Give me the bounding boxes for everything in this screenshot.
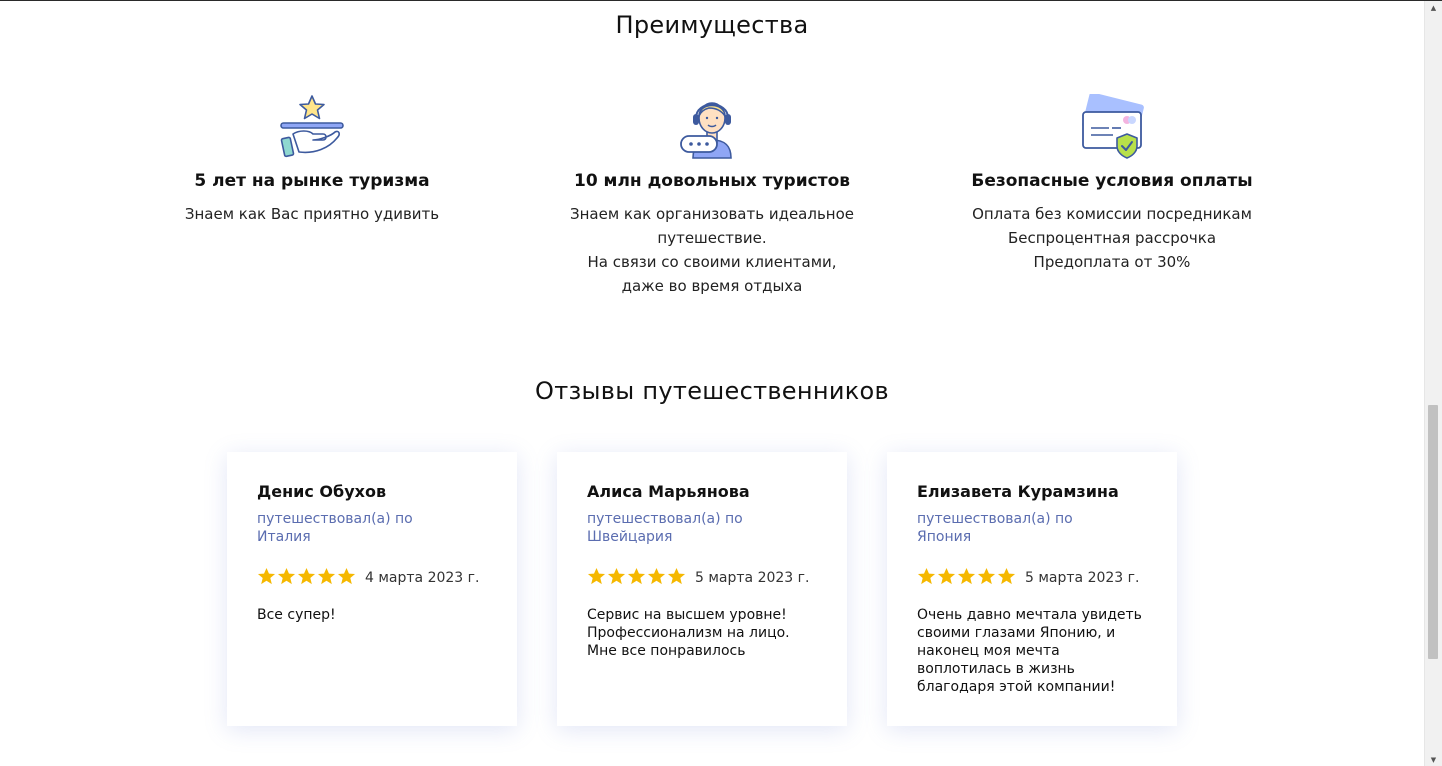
advantage-item: 10 млн довольных туристов Знаем как орга… — [512, 94, 912, 298]
reviewer-name: Елизавета Курамзина — [917, 482, 1119, 501]
star-rating — [257, 567, 357, 586]
review-text-line: Мне все понравилось — [587, 643, 746, 659]
service-star-icon — [280, 95, 344, 158]
advantage-description: Знаем как организовать идеальное путешес… — [512, 202, 912, 298]
review-text-line: благодаря этой компании! — [917, 679, 1116, 695]
advantage-item: Безопасные условия оплаты Оплата без ком… — [912, 94, 1312, 274]
review-trip: путешествовал(а) по Италия — [257, 510, 427, 546]
review-card: Елизавета Курамзина путешествовал(а) по … — [887, 452, 1177, 726]
star-icon — [607, 567, 626, 584]
star-icon — [647, 567, 666, 584]
advantage-line: Знаем как организовать идеальное — [569, 205, 855, 223]
review-date: 5 марта 2023 г. — [695, 570, 810, 586]
review-trip-line: путешествовал(а) по — [587, 511, 743, 527]
advantage-line: даже во время отдыха — [621, 277, 803, 295]
review-trip-line: путешествовал(а) по — [257, 511, 413, 527]
browser-viewport: Преимущества 5 лет на рынке туризма Знае… — [0, 0, 1442, 766]
star-icon — [977, 567, 996, 584]
review-trip-destination: Швейцария — [587, 529, 673, 545]
reviews-title: Отзывы путешественников — [535, 377, 889, 405]
review-trip-line: путешествовал(а) по — [917, 511, 1073, 527]
scroll-down-arrow-icon[interactable]: ▼ — [1425, 753, 1442, 766]
review-text-line: Все супер! — [257, 607, 336, 623]
advantage-description: Знаем как Вас приятно удивить — [112, 202, 512, 226]
advantage-line: путешествие. — [657, 229, 767, 247]
advantage-description: Оплата без комиссии посредникам Беспроце… — [912, 202, 1312, 274]
review-trip: путешествовал(а) по Швейцария — [587, 510, 757, 546]
review-text-line: наконец моя мечта — [917, 643, 1060, 659]
advantage-line: Знаем как Вас приятно удивить — [184, 205, 440, 223]
star-icon — [627, 567, 646, 584]
star-icon — [277, 567, 296, 584]
review-text: Сервис на высшем уровне! Профессионализм… — [587, 606, 823, 660]
star-icon — [257, 567, 276, 584]
star-rating — [917, 567, 1017, 586]
star-icon — [337, 567, 356, 584]
star-icon — [997, 567, 1016, 584]
advantage-heading: Безопасные условия оплаты — [971, 171, 1253, 191]
star-icon — [297, 567, 316, 584]
secure-card-icon — [1082, 94, 1144, 159]
scroll-up-arrow-icon[interactable]: ▲ — [1425, 1, 1442, 15]
star-icon — [667, 567, 686, 584]
support-operator-icon — [680, 102, 732, 159]
advantage-heading: 5 лет на рынке туризма — [194, 171, 430, 191]
review-text: Все супер! — [257, 606, 493, 624]
review-text-line: Профессионализм на лицо. — [587, 625, 790, 641]
reviewer-name: Алиса Марьянова — [587, 482, 750, 501]
review-text-line: Сервис на высшем уровне! — [587, 607, 787, 623]
review-card: Алиса Марьянова путешествовал(а) по Швей… — [557, 452, 847, 726]
review-text-line: воплотилась в жизнь — [917, 661, 1075, 677]
star-icon — [917, 567, 936, 584]
star-icon — [957, 567, 976, 584]
review-rating: 4 марта 2023 г. — [257, 566, 493, 586]
advantage-line: Предоплата от 30% — [1033, 253, 1191, 271]
advantage-line: На связи со своими клиентами, — [587, 253, 837, 271]
reviewer-name: Денис Обухов — [257, 482, 387, 501]
review-date: 5 марта 2023 г. — [1025, 570, 1140, 586]
review-text-line: своими глазами Японию, и — [917, 625, 1116, 641]
vertical-scrollbar[interactable]: ▲ ▼ — [1424, 1, 1442, 766]
advantage-line: Беспроцентная рассрочка — [1007, 229, 1217, 247]
star-rating — [587, 567, 687, 586]
advantage-item: 5 лет на рынке туризма Знаем как Вас при… — [112, 94, 512, 226]
review-card: Денис Обухов путешествовал(а) по Италия … — [227, 452, 517, 726]
page-content: Преимущества 5 лет на рынке туризма Знае… — [0, 1, 1424, 766]
review-text: Очень давно мечтала увидеть своими глаза… — [917, 606, 1153, 696]
star-icon — [317, 567, 336, 584]
star-icon — [587, 567, 606, 584]
review-trip: путешествовал(а) по Япония — [917, 510, 1087, 546]
review-trip-destination: Италия — [257, 529, 311, 545]
review-date: 4 марта 2023 г. — [365, 570, 480, 586]
star-icon — [937, 567, 956, 584]
review-text-line: Очень давно мечтала увидеть — [917, 607, 1142, 623]
review-rating: 5 марта 2023 г. — [917, 566, 1153, 586]
review-trip-destination: Япония — [917, 529, 972, 545]
advantages-title: Преимущества — [615, 11, 809, 39]
review-rating: 5 марта 2023 г. — [587, 566, 823, 586]
advantage-line: Оплата без комиссии посредникам — [972, 205, 1252, 223]
advantage-heading: 10 млн довольных туристов — [573, 171, 851, 191]
scrollbar-thumb[interactable] — [1428, 405, 1438, 659]
